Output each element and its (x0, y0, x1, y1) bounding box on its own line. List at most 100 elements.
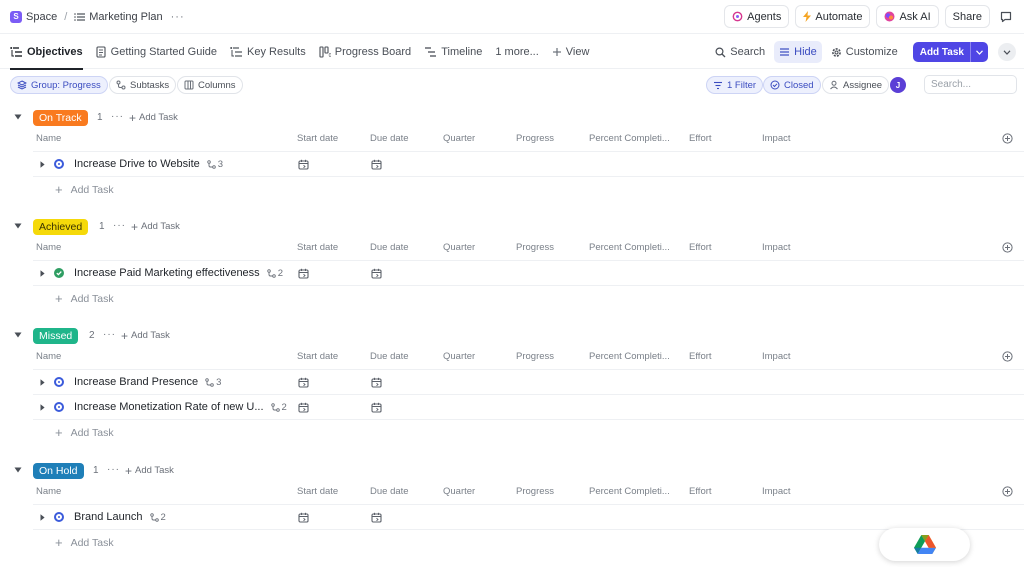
add-column-icon[interactable] (1002, 133, 1013, 144)
breadcrumb-list[interactable]: Marketing Plan (89, 11, 162, 23)
breadcrumb-space[interactable]: Space (26, 11, 57, 23)
add-column-icon[interactable] (1002, 242, 1013, 253)
tab-timeline[interactable]: Timeline (424, 35, 482, 69)
due-date-icon[interactable] (371, 402, 382, 413)
assignee-chip[interactable]: Assignee (822, 76, 890, 94)
avatar[interactable]: J (890, 77, 906, 93)
caret-down-icon[interactable] (14, 114, 22, 120)
start-date-icon[interactable] (298, 268, 309, 279)
column-header[interactable]: Start date (297, 351, 338, 362)
caret-right-icon[interactable] (40, 161, 45, 168)
start-date-icon[interactable] (298, 402, 309, 413)
in-progress-status-icon[interactable] (54, 402, 64, 412)
add-task-row[interactable]: + Add Task (33, 285, 1024, 310)
search-button[interactable]: Search (710, 41, 770, 63)
due-date-icon[interactable] (371, 377, 382, 388)
group-add-task-button[interactable]: + Add Task (125, 465, 174, 477)
column-header[interactable]: Progress (516, 486, 554, 497)
tab-more-views[interactable]: 1 more... (495, 35, 538, 69)
agents-button[interactable]: Agents (724, 5, 790, 28)
tab-progress-board[interactable]: 0 Progress Board (319, 35, 411, 69)
start-date-icon[interactable] (298, 512, 309, 523)
start-date-icon[interactable] (298, 159, 309, 170)
column-header[interactable]: Progress (516, 351, 554, 362)
status-badge[interactable]: On Track (33, 110, 88, 126)
add-task-row[interactable]: + Add Task (33, 529, 1024, 554)
table-row[interactable]: Brand Launch 2 (33, 504, 1024, 529)
column-header[interactable]: Due date (370, 242, 409, 253)
chevron-down-icon[interactable] (998, 43, 1016, 61)
closed-chip[interactable]: Closed (763, 76, 821, 94)
chevron-down-icon[interactable] (970, 42, 988, 62)
customize-button[interactable]: Customize (826, 41, 903, 63)
task-name[interactable]: Increase Brand Presence 3 (74, 376, 221, 388)
more-options-icon[interactable]: ··· (113, 220, 126, 231)
subtask-count[interactable]: 2 (266, 268, 283, 279)
search-input[interactable]: Search... (924, 75, 1017, 94)
table-row[interactable]: Increase Monetization Rate of new U... 2 (33, 394, 1024, 419)
column-header[interactable]: Percent Completi... (589, 351, 670, 362)
column-header[interactable]: Progress (516, 133, 554, 144)
column-header[interactable]: Effort (689, 351, 712, 362)
task-name[interactable]: Brand Launch 2 (74, 511, 166, 523)
in-progress-status-icon[interactable] (54, 159, 64, 169)
space-avatar[interactable]: S (10, 10, 22, 23)
column-header[interactable]: Quarter (443, 351, 475, 362)
tab-getting-started-guide[interactable]: Getting Started Guide (96, 35, 217, 69)
add-task-row[interactable]: + Add Task (33, 419, 1024, 444)
column-header[interactable]: Effort (689, 486, 712, 497)
subtask-count[interactable]: 2 (270, 402, 287, 413)
caret-right-icon[interactable] (40, 404, 45, 411)
automate-button[interactable]: Automate (795, 5, 871, 28)
group-add-task-button[interactable]: + Add Task (129, 112, 178, 124)
due-date-icon[interactable] (371, 159, 382, 170)
column-header[interactable]: Impact (762, 242, 791, 253)
tab-key-results[interactable]: Key Results (230, 35, 306, 69)
column-header[interactable]: Name (36, 133, 61, 144)
column-header[interactable]: Due date (370, 133, 409, 144)
status-badge[interactable]: Missed (33, 328, 79, 344)
add-task-button[interactable]: Add Task (912, 42, 988, 62)
column-header[interactable]: Percent Completi... (589, 486, 670, 497)
start-date-icon[interactable] (298, 377, 309, 388)
column-header[interactable]: Start date (297, 242, 338, 253)
task-name[interactable]: Increase Paid Marketing effectiveness 2 (74, 267, 283, 279)
filter-chip[interactable]: 1 Filter (706, 76, 764, 94)
complete-status-icon[interactable] (54, 268, 64, 278)
caret-down-icon[interactable] (14, 332, 22, 338)
column-header[interactable]: Quarter (443, 486, 475, 497)
more-options-icon[interactable]: ··· (111, 111, 124, 122)
add-column-icon[interactable] (1002, 351, 1013, 362)
column-header[interactable]: Due date (370, 351, 409, 362)
table-row[interactable]: Increase Drive to Website 3 (33, 151, 1024, 176)
more-options-icon[interactable]: ··· (103, 329, 116, 340)
column-header[interactable]: Percent Completi... (589, 242, 670, 253)
column-header[interactable]: Due date (370, 486, 409, 497)
group-by-chip[interactable]: Group: Progress (10, 76, 108, 94)
due-date-icon[interactable] (371, 512, 382, 523)
in-progress-status-icon[interactable] (54, 377, 64, 387)
add-column-icon[interactable] (1002, 486, 1013, 497)
subtask-count[interactable]: 3 (207, 159, 223, 170)
status-badge[interactable]: On Hold (33, 463, 84, 479)
column-header[interactable]: Progress (516, 242, 554, 253)
group-add-task-button[interactable]: + Add Task (131, 221, 180, 233)
column-header[interactable]: Name (36, 242, 61, 253)
column-header[interactable]: Quarter (443, 133, 475, 144)
subtasks-chip[interactable]: Subtasks (109, 76, 177, 94)
more-options-icon[interactable]: ··· (171, 11, 185, 23)
caret-right-icon[interactable] (40, 514, 45, 521)
column-header[interactable]: Name (36, 351, 61, 362)
tab-objectives[interactable]: Objectives (10, 35, 83, 70)
add-view-button[interactable]: View (552, 35, 589, 69)
due-date-icon[interactable] (371, 268, 382, 279)
task-name[interactable]: Increase Monetization Rate of new U... 2 (74, 401, 287, 413)
ask-ai-button[interactable]: Ask AI (876, 5, 939, 28)
more-options-icon[interactable]: ··· (107, 464, 120, 475)
caret-right-icon[interactable] (40, 270, 45, 277)
group-add-task-button[interactable]: + Add Task (121, 330, 170, 342)
caret-down-icon[interactable] (14, 223, 22, 229)
in-progress-status-icon[interactable] (54, 512, 64, 522)
add-task-row[interactable]: + Add Task (33, 176, 1024, 201)
caret-right-icon[interactable] (40, 379, 45, 386)
